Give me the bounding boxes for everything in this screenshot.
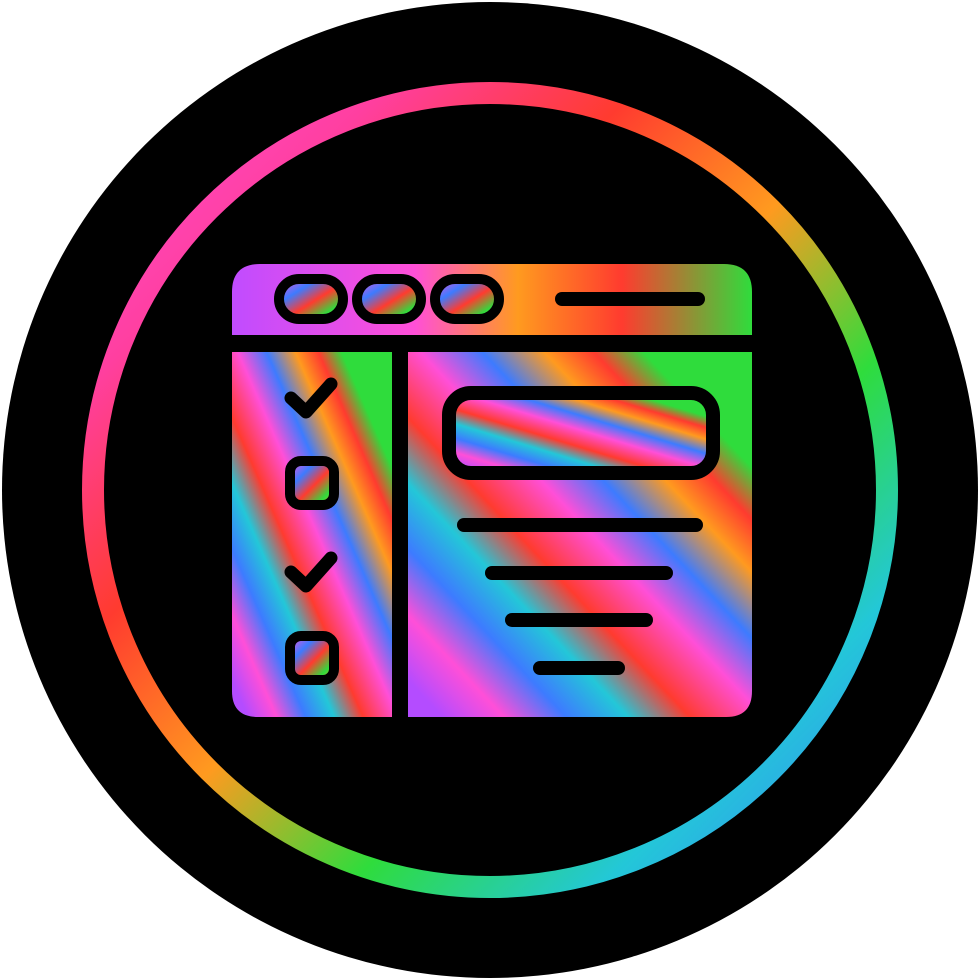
checkbox-icon — [285, 456, 339, 510]
checklist-web-page-icon — [2, 2, 978, 978]
window-controls — [274, 274, 504, 324]
window-dot-icon — [274, 274, 348, 324]
window-dot-icon — [430, 274, 504, 324]
browser-window — [232, 264, 752, 717]
checkbox-icon — [285, 631, 339, 685]
icon-stage — [0, 0, 980, 980]
window-dot-icon — [352, 274, 426, 324]
content-banner — [442, 386, 720, 480]
